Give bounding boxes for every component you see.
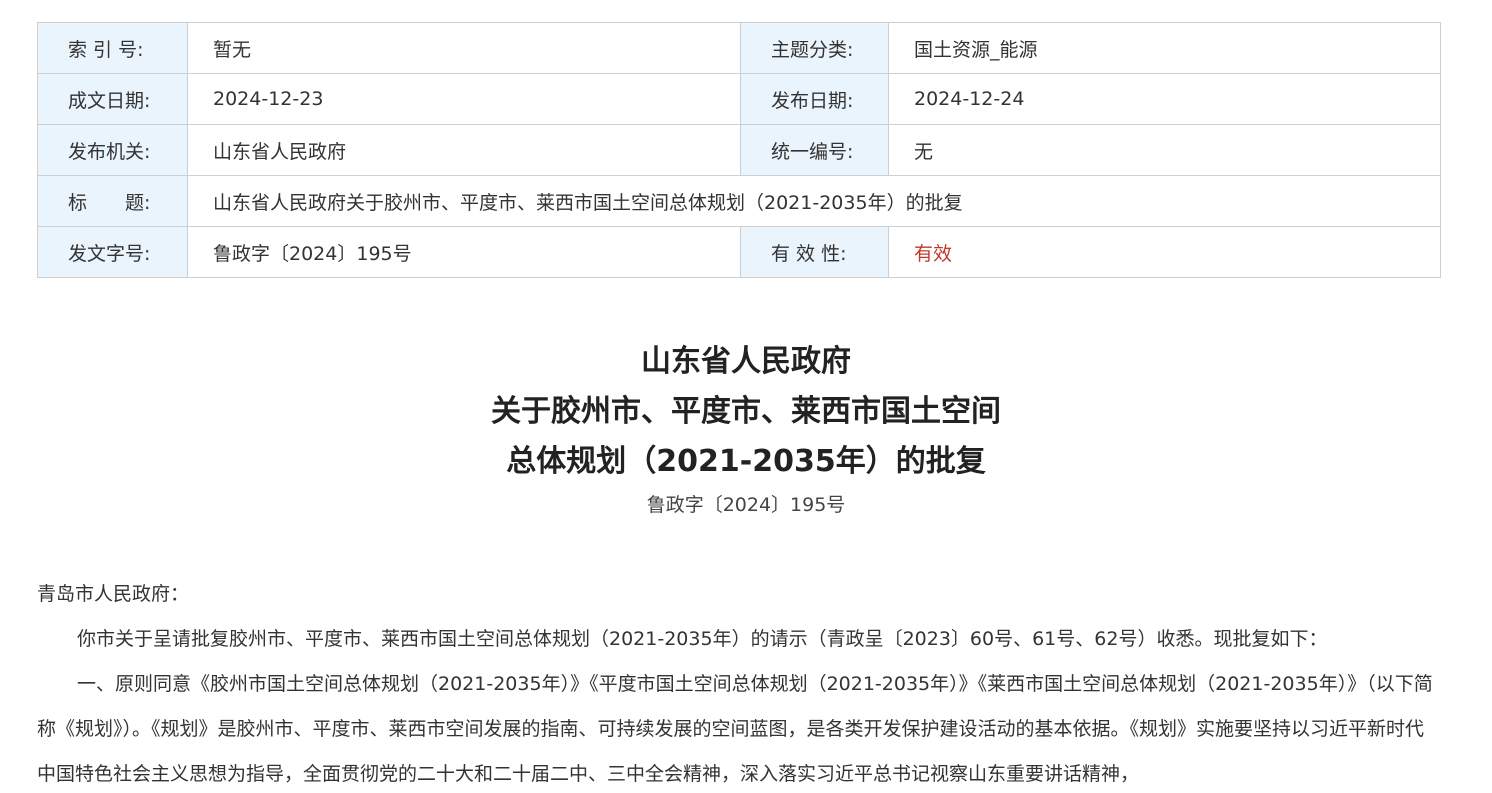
document-body: 青岛市人民政府： 你市关于呈请批复胶州市、平度市、莱西市国土空间总体规划（202…: [37, 572, 1437, 793]
written-date-value: 2024-12-23: [187, 73, 741, 125]
unified-number-label: 统一编号:: [740, 124, 889, 176]
salutation: 青岛市人民政府：: [37, 583, 190, 605]
body-paragraph: 你市关于呈请批复胶州市、平度市、莱西市国土空间总体规划（2021-2035年）的…: [77, 628, 1328, 650]
document-number: 鲁政字〔2024〕195号: [646, 494, 846, 516]
document-title: 山东省人民政府 关于胶州市、平度市、莱西市国土空间 总体规划（2021-2035…: [0, 337, 1492, 487]
body-paragraph: 一、原则同意《胶州市国土空间总体规划（2021-2035年）》《平度市国土空间总…: [37, 673, 1433, 785]
title-value: 山东省人民政府关于胶州市、平度市、莱西市国土空间总体规划（2021-2035年）…: [187, 175, 1441, 227]
validity-label: 有 效 性:: [740, 226, 889, 278]
issuing-authority-label: 发布机关:: [37, 124, 188, 176]
written-date-label: 成文日期:: [37, 73, 188, 125]
validity-status: 有效: [888, 226, 1441, 278]
title-line: 山东省人民政府: [641, 344, 851, 379]
title-label: 标 题:: [37, 175, 188, 227]
title-line: 关于胶州市、平度市、莱西市国土空间: [491, 394, 1001, 429]
index-number-label: 索 引 号:: [37, 22, 188, 74]
publish-date-label: 发布日期:: [740, 73, 889, 125]
table-row: 标 题: 山东省人民政府关于胶州市、平度市、莱西市国土空间总体规划（2021-2…: [37, 175, 1441, 227]
topic-category-value: 国土资源_能源: [888, 22, 1441, 74]
table-row: 发布机关: 山东省人民政府 统一编号: 无: [37, 124, 1441, 176]
unified-number-value: 无: [888, 124, 1441, 176]
document-number-label: 发文字号:: [37, 226, 188, 278]
index-number-value: 暂无: [187, 22, 741, 74]
table-row: 发文字号: 鲁政字〔2024〕195号 有 效 性: 有效: [37, 226, 1441, 278]
title-line: 总体规划（2021-2035年）的批复: [506, 444, 986, 479]
document-number-value: 鲁政字〔2024〕195号: [187, 226, 741, 278]
table-row: 成文日期: 2024-12-23 发布日期: 2024-12-24: [37, 73, 1441, 125]
table-row: 索 引 号: 暂无 主题分类: 国土资源_能源: [37, 22, 1441, 74]
issuing-authority-value: 山东省人民政府: [187, 124, 741, 176]
publish-date-value: 2024-12-24: [888, 73, 1441, 125]
topic-category-label: 主题分类:: [740, 22, 889, 74]
document-metadata-table: 索 引 号: 暂无 主题分类: 国土资源_能源 成文日期: 2024-12-23…: [37, 22, 1441, 278]
